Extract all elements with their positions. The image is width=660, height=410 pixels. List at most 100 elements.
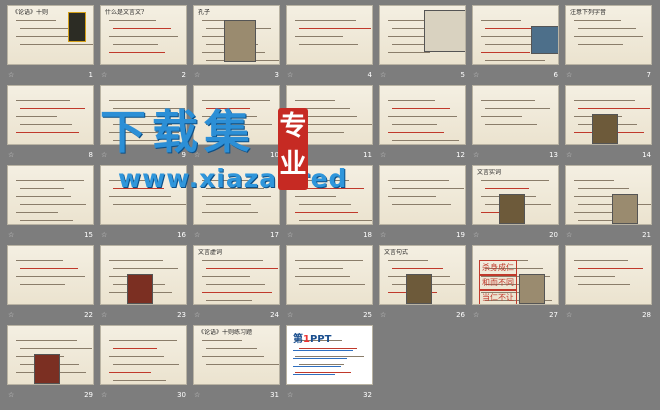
- slide-thumbnail[interactable]: 注意下列字音 ☆ 7: [562, 2, 655, 81]
- slide-number: 32: [363, 391, 372, 399]
- slide-thumbnail[interactable]: 文言虚词 ☆ 24: [190, 242, 283, 321]
- slide-thumbnail[interactable]: ☆ 8: [4, 82, 97, 161]
- text-line: [574, 260, 628, 261]
- text-line: [481, 52, 530, 53]
- text-line: [578, 44, 623, 45]
- text-line: [206, 300, 252, 301]
- watermark-seal: 专业: [278, 108, 308, 190]
- text-line: [113, 364, 179, 365]
- text-line: [113, 28, 171, 29]
- text-line: [388, 116, 457, 117]
- text-line: [293, 358, 347, 359]
- slide-title: 注意下列字音: [570, 9, 607, 16]
- slide-preview[interactable]: 《论语》十则练习题: [193, 325, 280, 385]
- text-line: [574, 180, 614, 181]
- slide-thumbnail[interactable]: 什么是文言文? ☆ 2: [97, 2, 190, 81]
- slide-thumbnail[interactable]: 文言实词 ☆ 20: [469, 162, 562, 241]
- text-line: [16, 20, 56, 21]
- slide-thumbnail[interactable]: 孔子 ☆ 3: [190, 2, 283, 81]
- text-line: [578, 108, 650, 109]
- slide-preview[interactable]: [286, 5, 373, 65]
- slide-number: 25: [363, 311, 372, 319]
- text-line: [392, 268, 443, 269]
- slide-thumbnail[interactable]: ☆ 23: [97, 242, 190, 321]
- transition-icon: ☆: [566, 71, 573, 79]
- slide-thumbnail[interactable]: ☆ 13: [469, 82, 562, 161]
- slide-thumbnail[interactable]: ☆ 19: [376, 162, 469, 241]
- slide-preview[interactable]: [565, 165, 652, 225]
- slide-preview[interactable]: 孔子: [193, 5, 280, 65]
- transition-icon: ☆: [194, 391, 201, 399]
- text-line: [485, 124, 537, 125]
- slide-image: [224, 20, 256, 62]
- slide-preview[interactable]: [379, 165, 466, 225]
- slide-preview[interactable]: 文言虚词: [193, 245, 280, 305]
- text-line: [202, 276, 250, 277]
- slide-thumbnail[interactable]: ☆ 30: [97, 322, 190, 401]
- slide-number: 18: [363, 231, 372, 239]
- slide-thumbnail[interactable]: 文言句式 ☆ 26: [376, 242, 469, 321]
- text-line: [113, 380, 166, 381]
- slide-preview[interactable]: [286, 245, 373, 305]
- slide-preview[interactable]: 第1PPT: [286, 325, 373, 385]
- text-line: [299, 204, 351, 205]
- slide-thumbnail[interactable]: ☆ 4: [283, 2, 376, 81]
- transition-icon: ☆: [101, 231, 108, 239]
- slide-thumbnail[interactable]: ☆ 14: [562, 82, 655, 161]
- slide-thumbnail[interactable]: 《论语》十则 ☆ 1: [4, 2, 97, 81]
- text-line: [295, 356, 364, 357]
- slide-image: [592, 114, 618, 144]
- slide-thumbnail[interactable]: ☆ 29: [4, 322, 97, 401]
- slide-preview[interactable]: 注意下列字音: [565, 5, 652, 65]
- slide-thumbnail[interactable]: ☆ 5: [376, 2, 469, 81]
- slide-preview[interactable]: [7, 245, 94, 305]
- slide-preview[interactable]: [100, 245, 187, 305]
- slide-preview[interactable]: [379, 5, 466, 65]
- slide-number: 6: [553, 71, 558, 79]
- text-line: [574, 20, 621, 21]
- slide-thumbnail[interactable]: 《论语》十则练习题 ☆ 31: [190, 322, 283, 401]
- slide-thumbnail[interactable]: ☆ 6: [469, 2, 562, 81]
- slide-preview[interactable]: 杀身成仁 和而不同 当仁不让: [472, 245, 559, 305]
- slide-thumbnail[interactable]: ☆ 22: [4, 242, 97, 321]
- slide-title: 文言实词: [477, 169, 502, 176]
- text-line: [295, 20, 356, 21]
- slide-thumbnail[interactable]: 第1PPT ☆ 32: [283, 322, 376, 401]
- text-line: [16, 260, 63, 261]
- slide-preview[interactable]: 什么是文言文?: [100, 5, 187, 65]
- slide-preview[interactable]: [7, 325, 94, 385]
- slide-number: 15: [84, 231, 93, 239]
- slide-thumbnail[interactable]: ☆ 21: [562, 162, 655, 241]
- transition-icon: ☆: [287, 71, 294, 79]
- slide-preview[interactable]: [472, 85, 559, 145]
- text-line: [293, 350, 353, 351]
- transition-icon: ☆: [380, 151, 387, 159]
- text-line: [16, 132, 79, 133]
- slide-thumbnail[interactable]: 杀身成仁 和而不同 当仁不让 ☆ 27: [469, 242, 562, 321]
- text-line: [574, 36, 643, 37]
- watermark-text: 下载集: [100, 105, 256, 159]
- slide-thumbnail[interactable]: ☆ 28: [562, 242, 655, 321]
- slide-preview[interactable]: 文言实词: [472, 165, 559, 225]
- text-line: [295, 196, 336, 197]
- slide-title: 文言虚词: [198, 249, 223, 256]
- text-line: [293, 374, 335, 375]
- slide-preview[interactable]: [379, 85, 466, 145]
- slide-preview[interactable]: [565, 245, 652, 305]
- text-line: [578, 28, 636, 29]
- slide-preview[interactable]: [472, 5, 559, 65]
- slide-preview[interactable]: [7, 85, 94, 145]
- slide-preview[interactable]: 《论语》十则: [7, 5, 94, 65]
- slide-thumbnail[interactable]: ☆ 15: [4, 162, 97, 241]
- slide-thumbnail[interactable]: ☆ 25: [283, 242, 376, 321]
- slide-image: [612, 194, 638, 224]
- slide-preview[interactable]: 文言句式: [379, 245, 466, 305]
- slide-preview[interactable]: [100, 325, 187, 385]
- text-line: [295, 372, 351, 373]
- text-line: [20, 28, 71, 29]
- slide-preview[interactable]: [565, 85, 652, 145]
- text-line: [299, 220, 372, 221]
- slide-preview[interactable]: [7, 165, 94, 225]
- slide-thumbnail[interactable]: ☆ 12: [376, 82, 469, 161]
- text-line: [295, 100, 335, 101]
